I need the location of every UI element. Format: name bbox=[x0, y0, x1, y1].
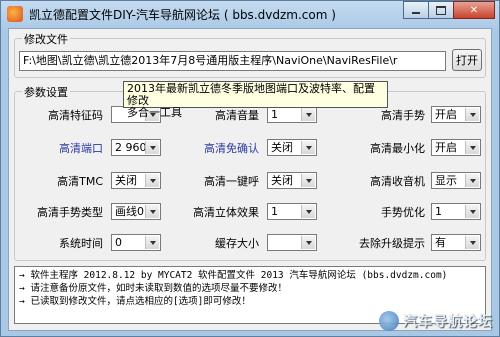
dropdown-arrow-icon[interactable] bbox=[465, 108, 479, 121]
param-select-value: 1 bbox=[435, 205, 442, 218]
param-label: 系统时间 bbox=[59, 237, 103, 250]
file-group-label: 修改文件 bbox=[22, 31, 70, 47]
title-bar[interactable]: 凯立德配置文件DIY-汽车导航网论坛 ( bbs.dvdzm.com ) ✕ bbox=[1, 1, 499, 27]
params-group-label: 参数设置 bbox=[22, 84, 70, 100]
param-select[interactable]: 1 bbox=[431, 203, 481, 220]
param-select[interactable]: 关闭 bbox=[267, 172, 317, 189]
close-icon: ✕ bbox=[469, 4, 479, 16]
dropdown-arrow-icon[interactable] bbox=[465, 174, 479, 187]
watermark-logo-icon bbox=[379, 311, 399, 331]
param-label: 高清立体效果 bbox=[193, 206, 259, 219]
param-select-value: 画线0 bbox=[115, 205, 144, 218]
param-select[interactable]: 关闭 bbox=[111, 172, 161, 189]
window-controls: ✕ bbox=[403, 1, 495, 21]
param-label: 缓存大小 bbox=[215, 237, 259, 250]
client-area: 修改文件 F:\地图\凯立德\凯立德2013年7月8号通用版主程序\NaviOn… bbox=[8, 28, 492, 331]
log-line: → 请注意备份原文件，如时未读取到数值的选项尽量不要修改！ bbox=[19, 283, 287, 294]
minimize-button[interactable] bbox=[403, 1, 429, 19]
dropdown-arrow-icon[interactable] bbox=[301, 236, 315, 249]
dropdown-arrow-icon[interactable] bbox=[301, 205, 315, 218]
app-window: 凯立德配置文件DIY-汽车导航网论坛 ( bbs.dvdzm.com ) ✕ 修… bbox=[0, 0, 500, 337]
file-path-field[interactable]: F:\地图\凯立德\凯立德2013年7月8号通用版主程序\NaviOne\Nav… bbox=[19, 51, 446, 71]
param-select-value: 开启 bbox=[435, 141, 457, 154]
param-select[interactable]: 开启 bbox=[431, 139, 481, 156]
dropdown-arrow-icon[interactable] bbox=[145, 141, 159, 154]
param-select-value: 有 bbox=[435, 236, 446, 249]
param-label: 高清手势 bbox=[381, 109, 425, 122]
param-select[interactable] bbox=[267, 234, 317, 251]
param-select-value: 1 bbox=[271, 205, 278, 218]
close-button[interactable]: ✕ bbox=[453, 1, 495, 19]
log-line: → 软件主程序 2012.8.12 by MYCAT2 软件配置文件 2013 … bbox=[19, 270, 448, 281]
minimize-icon bbox=[412, 12, 420, 14]
file-group: 修改文件 F:\地图\凯立德\凯立德2013年7月8号通用版主程序\NaviOn… bbox=[14, 31, 486, 78]
param-label: 高清特征码 bbox=[48, 109, 103, 122]
dropdown-arrow-icon[interactable] bbox=[465, 141, 479, 154]
param-select-value: 关闭 bbox=[271, 141, 293, 154]
param-select[interactable]: 1 bbox=[267, 203, 317, 220]
maximize-button[interactable] bbox=[428, 1, 454, 19]
param-select[interactable]: 有 bbox=[431, 234, 481, 251]
tooltip: 2013年最新凯立德冬季版地图端口及波特率、配置修改 多合一工具 bbox=[123, 81, 388, 119]
param-select-value: 关闭 bbox=[115, 174, 137, 187]
param-label: 高清端口 bbox=[59, 142, 103, 155]
param-select[interactable]: 关闭 bbox=[267, 139, 317, 156]
dropdown-arrow-icon[interactable] bbox=[145, 205, 159, 218]
param-label: 高清免确认 bbox=[204, 142, 259, 155]
dropdown-arrow-icon[interactable] bbox=[145, 236, 159, 249]
param-select[interactable]: 0 bbox=[111, 234, 161, 251]
tooltip-line: 多合一工具 bbox=[127, 106, 182, 119]
dropdown-arrow-icon[interactable] bbox=[301, 141, 315, 154]
watermark-text: 汽车导航论坛 bbox=[403, 314, 493, 330]
param-select-value: 关闭 bbox=[271, 174, 293, 187]
param-select-value: 0 bbox=[115, 236, 122, 249]
window-title: 凯立德配置文件DIY-汽车导航网论坛 ( bbs.dvdzm.com ) bbox=[29, 8, 336, 22]
dropdown-arrow-icon[interactable] bbox=[301, 174, 315, 187]
dropdown-arrow-icon[interactable] bbox=[465, 205, 479, 218]
param-select[interactable]: 显示 bbox=[431, 172, 481, 189]
param-select[interactable]: 2 9600 bbox=[111, 139, 161, 156]
app-icon bbox=[7, 6, 23, 22]
watermark: 汽车导航论坛 bbox=[379, 310, 493, 332]
param-label: 高清最小化 bbox=[370, 142, 425, 155]
param-select[interactable]: 画线0 bbox=[111, 203, 161, 220]
param-label: 高清手势类型 bbox=[37, 206, 103, 219]
param-select-value: 显示 bbox=[435, 174, 457, 187]
tooltip-line: 2013年最新凯立德冬季版地图端口及波特率、配置修改 bbox=[127, 82, 375, 107]
param-label: 手势优化 bbox=[381, 206, 425, 219]
param-select-value: 开启 bbox=[435, 108, 457, 121]
log-line: → 已读取到修改文件，请点选相应的[选项]即可修改！ bbox=[19, 296, 251, 307]
open-button[interactable]: 打开 bbox=[452, 49, 482, 71]
param-label: 高清TMC bbox=[57, 175, 103, 188]
param-label: 高清一键呼 bbox=[204, 175, 259, 188]
param-select[interactable]: 开启 bbox=[431, 106, 481, 123]
param-label: 去除升级提示 bbox=[359, 237, 425, 250]
dropdown-arrow-icon[interactable] bbox=[145, 174, 159, 187]
dropdown-arrow-icon[interactable] bbox=[465, 236, 479, 249]
maximize-icon bbox=[436, 5, 446, 15]
param-label: 高清收音机 bbox=[370, 175, 425, 188]
